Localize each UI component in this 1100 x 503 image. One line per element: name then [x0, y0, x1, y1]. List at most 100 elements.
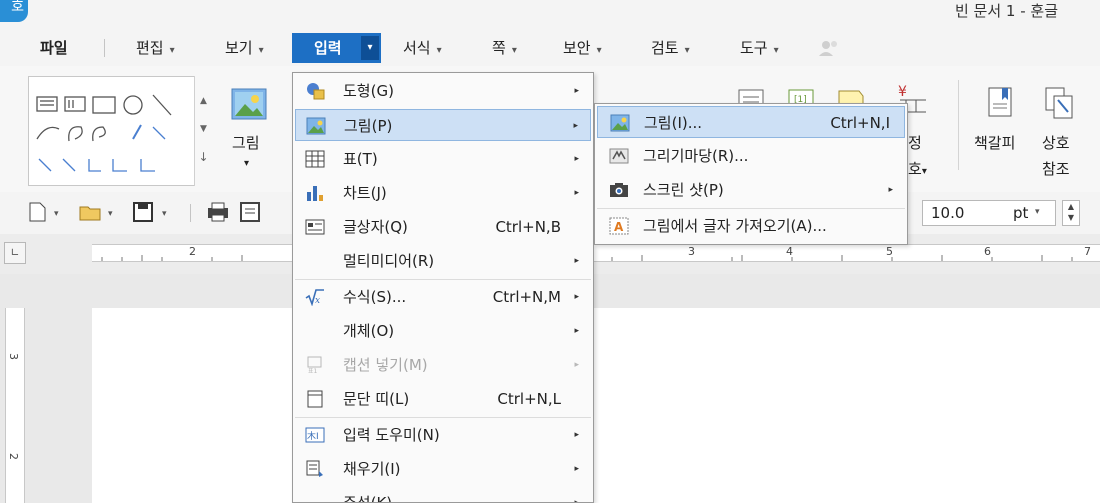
preview-icon[interactable] [238, 201, 262, 223]
picture-icon[interactable] [231, 88, 267, 122]
menu-separator [295, 417, 591, 418]
chevron-right-icon: ▸ [574, 498, 579, 503]
drawing-gallery-icon [609, 148, 629, 164]
ribbon-partial-label-top[interactable]: 정 [908, 132, 922, 153]
svg-text:▾: ▾ [108, 209, 113, 219]
bookmark-button-label[interactable]: 책갈피 [974, 132, 1015, 153]
submenu-item-text-from-picture[interactable]: A 그림에서 글자 가져오기(A)... [597, 210, 905, 242]
chevron-right-icon: ▸ [574, 326, 579, 336]
ribbon-partial-label-bottom[interactable]: 호▾ [908, 158, 927, 179]
shortcut-label: Ctrl+N,M [492, 288, 561, 306]
submenu-item-insert-picture[interactable]: 그림(I)... Ctrl+N,I [597, 106, 905, 138]
svg-text:표1: 표1 [308, 368, 318, 374]
horizontal-ruler[interactable]: 2 3 4 5 6 7 [92, 244, 1100, 262]
font-size-spinner[interactable]: ▲ ▼ [1062, 200, 1080, 226]
font-size-field[interactable]: 10.0 pt ▾ [922, 200, 1056, 226]
chevron-right-icon: ▸ [574, 360, 579, 370]
svg-text:▾: ▾ [54, 209, 59, 219]
app-logo: 호 [0, 0, 28, 22]
picture-button-label[interactable]: 그림 [232, 132, 260, 153]
menu-insert[interactable]: 입력 ▾ [292, 33, 381, 63]
shapes-gallery-icons[interactable] [29, 77, 195, 185]
menu-separator [295, 279, 591, 280]
title-bar: 호 빈 문서 1 - 훈글 [0, 0, 1100, 30]
chevron-down-icon[interactable]: ▾ [1035, 207, 1040, 217]
menu-item-formula[interactable]: x 수식(S)... Ctrl+N,M ▸ [295, 281, 591, 313]
picture-submenu: 그림(I)... Ctrl+N,I 그리기마당(R)... 스크린 샷(P) ▸… [594, 103, 908, 245]
menu-format[interactable]: 서식 ▾ [403, 36, 442, 60]
menu-file[interactable]: 파일 [40, 36, 68, 60]
shape-icon [307, 83, 325, 100]
menu-item-paragraph-band[interactable]: 문단 띠(L) Ctrl+N,L [295, 383, 591, 415]
menu-item-caption: 표1 캡션 넣기(M) ▸ [295, 349, 591, 381]
picture-icon [306, 117, 326, 135]
chevron-right-icon: ▸ [574, 256, 579, 266]
table-icon [305, 150, 325, 168]
ruler-number: 6 [984, 245, 991, 258]
submenu-item-drawing-gallery[interactable]: 그리기마당(R)... [597, 140, 905, 172]
menu-separator [104, 39, 105, 57]
menu-tools[interactable]: 도구 ▾ [740, 36, 779, 60]
svg-text:x: x [315, 296, 320, 306]
chart-icon [307, 186, 323, 201]
bookmark-icon[interactable] [986, 86, 1014, 120]
menu-page[interactable]: 쪽 ▾ [492, 36, 517, 60]
cross-reference-label-top[interactable]: 상호 [1042, 132, 1070, 153]
font-size-value[interactable]: 10.0 [931, 201, 964, 225]
menu-item-annotation[interactable]: 주석(K) ▸ [295, 487, 591, 503]
vertical-ruler[interactable]: 3 2 [5, 308, 25, 503]
submenu-item-screenshot[interactable]: 스크린 샷(P) ▸ [597, 174, 905, 206]
window-title: 빈 문서 1 - 훈글 [954, 2, 1058, 20]
chevron-right-icon: ▸ [574, 188, 579, 198]
print-icon[interactable] [206, 201, 230, 223]
menu-edit[interactable]: 편집 ▾ [136, 36, 175, 60]
save-icon[interactable]: ▾ [132, 201, 178, 223]
svg-text:¥: ¥ [898, 84, 907, 100]
menu-security[interactable]: 보안 ▾ [563, 36, 602, 60]
menu-separator [597, 208, 905, 209]
menu-item-textbox[interactable]: 글상자(Q) Ctrl+N,B [295, 211, 591, 243]
document-page[interactable] [92, 308, 1100, 503]
menu-item-fill[interactable]: 채우기(I) ▸ [295, 453, 591, 485]
chevron-right-icon: ▸ [574, 430, 579, 440]
menu-item-shape[interactable]: 도형(G) ▸ [295, 75, 591, 107]
open-folder-icon[interactable]: ▾ [78, 201, 124, 223]
cross-reference-label-bottom[interactable]: 참조 [1042, 158, 1070, 179]
textbox-icon [305, 219, 325, 235]
shapes-gallery-scroll[interactable]: ▲ ▼ ↓ [194, 76, 212, 186]
chevron-right-icon: ▸ [574, 292, 579, 302]
chevron-right-icon: ▸ [888, 185, 893, 195]
chevron-right-icon: ▸ [574, 154, 579, 164]
menu-item-multimedia[interactable]: 멀티미디어(R) ▸ [295, 245, 591, 277]
menu-item-picture[interactable]: 그림(P) ▸ [295, 109, 591, 141]
tab-type-selector[interactable]: ∟ [4, 242, 26, 264]
menu-item-table[interactable]: 표(T) ▸ [295, 143, 591, 175]
menu-item-input-helper[interactable]: 木I 입력 도우미(N) ▸ [295, 419, 591, 451]
shapes-gallery[interactable] [28, 76, 212, 186]
ocr-icon: A [609, 217, 629, 235]
chevron-down-icon[interactable]: ▾ [361, 36, 379, 60]
menu-review[interactable]: 검토 ▾ [651, 36, 690, 60]
menu-item-object[interactable]: 개체(O) ▸ [295, 315, 591, 347]
shortcut-label: Ctrl+N,L [497, 390, 561, 408]
chevron-down-icon[interactable]: ▾ [244, 158, 249, 169]
menu-view[interactable]: 보기 ▾ [225, 36, 264, 60]
font-size-unit: pt [1013, 204, 1029, 222]
cross-reference-icon[interactable] [1044, 86, 1074, 120]
ruler-number: 3 [7, 353, 20, 360]
formula-icon: x [305, 289, 324, 306]
picture-icon [610, 114, 630, 132]
ruler-number: 2 [189, 245, 196, 258]
shortcut-label: Ctrl+N,B [495, 218, 561, 236]
paragraph-band-icon [307, 390, 323, 408]
ruler-number: 5 [886, 245, 893, 258]
input-helper-icon: 木I [305, 427, 325, 443]
user-icon[interactable] [818, 39, 840, 57]
ruler-number: 2 [7, 453, 20, 460]
svg-text:▾: ▾ [162, 209, 167, 219]
menu-item-chart[interactable]: 차트(J) ▸ [295, 177, 591, 209]
new-document-icon[interactable]: ▾ [26, 201, 70, 223]
caption-icon: 표1 [307, 356, 322, 374]
ruler-number: 4 [786, 245, 793, 258]
svg-text:木I: 木I [307, 430, 319, 442]
